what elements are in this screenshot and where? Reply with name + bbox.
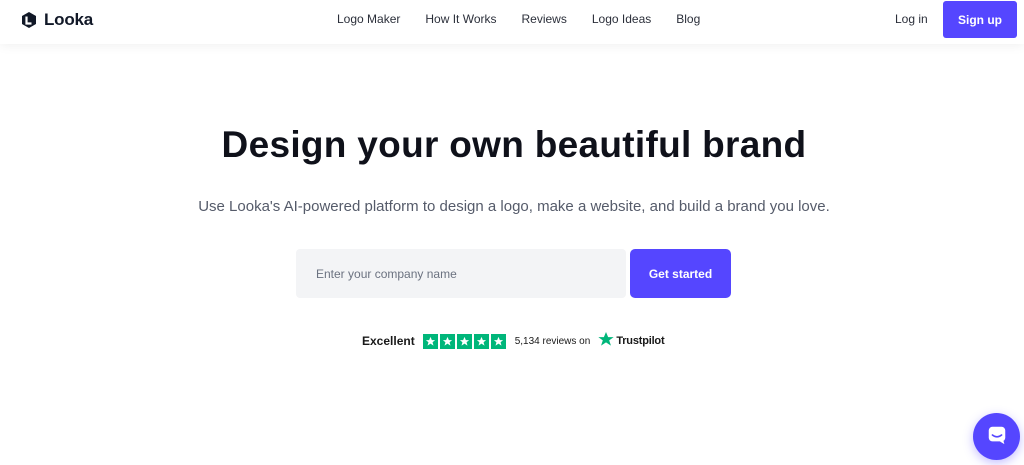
signup-button[interactable]: Sign up [943,1,1017,38]
login-link[interactable]: Log in [895,12,928,26]
hero-title: Design your own beautiful brand [221,124,807,165]
star-icon [439,333,455,349]
rating-label: Excellent [362,334,415,348]
site-header: Looka Logo Maker How It Works Reviews Lo… [0,0,1024,44]
company-name-input[interactable] [296,249,626,298]
star-icon [473,333,489,349]
nav-blog[interactable]: Blog [676,12,700,26]
nav-logo-ideas[interactable]: Logo Ideas [592,12,651,26]
nav-reviews[interactable]: Reviews [522,12,567,26]
nav-logo-maker[interactable]: Logo Maker [337,12,400,26]
trustpilot-name: Trustpilot [616,335,665,347]
looka-logo-icon [20,11,38,29]
chat-launcher-button[interactable] [973,413,1020,460]
chat-icon [986,424,1008,449]
trustpilot-link[interactable]: Trustpilot [598,331,665,352]
nav-how-it-works[interactable]: How It Works [425,12,496,26]
rating-stars [422,333,506,349]
star-icon [456,333,472,349]
trustpilot-star-icon [598,331,614,352]
company-form: Get started [296,249,731,298]
star-icon [490,333,506,349]
trustpilot-rating: Excellent 5,134 reviews on Trustpilot [362,331,665,352]
main-nav: Logo Maker How It Works Reviews Logo Ide… [337,12,725,26]
brand-logo[interactable]: Looka [20,10,93,30]
brand-name: Looka [44,10,94,29]
get-started-button[interactable]: Get started [630,249,731,298]
hero-subtitle: Use Looka's AI-powered platform to desig… [198,198,830,215]
review-count: 5,134 reviews on [514,335,591,347]
star-icon [422,333,438,349]
